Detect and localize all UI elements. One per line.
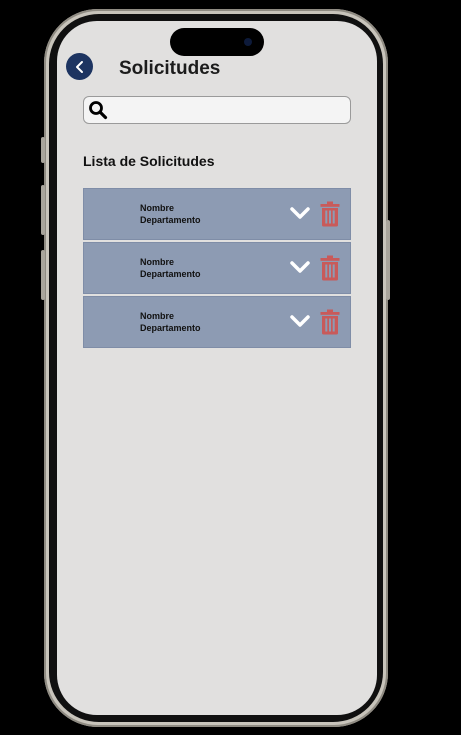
trash-icon[interactable] [320,309,340,335]
search-icon [89,101,108,120]
request-list: Nombre Departamento Nombre Departamento [83,188,351,350]
camera-icon [244,38,252,46]
page-title: Solicitudes [119,58,221,79]
chevron-down-icon[interactable] [289,313,311,329]
chevron-down-icon[interactable] [289,205,311,221]
request-name: Nombre [140,311,175,321]
chevron-left-icon [75,60,83,73]
request-department: Departamento [140,269,201,279]
search-bar[interactable] [83,96,351,124]
list-item[interactable]: Nombre Departamento [83,188,351,240]
list-item[interactable]: Nombre Departamento [83,242,351,294]
chevron-down-icon[interactable] [289,259,311,275]
phone-side-button [41,137,45,163]
request-name: Nombre [140,257,175,267]
request-text: Nombre Departamento [140,202,201,226]
list-item[interactable]: Nombre Departamento [83,296,351,348]
phone-power-button [386,220,390,300]
section-title: Lista de Solicitudes [83,153,215,169]
phone-volume-down-button [41,250,45,300]
request-department: Departamento [140,323,201,333]
trash-icon[interactable] [320,201,340,227]
app-screen: Solicitudes Lista de Solicitudes Nombre … [57,21,377,715]
request-department: Departamento [140,215,201,225]
request-text: Nombre Departamento [140,256,201,280]
request-name: Nombre [140,203,175,213]
trash-icon[interactable] [320,255,340,281]
dynamic-island [170,28,264,56]
request-text: Nombre Departamento [140,310,201,334]
phone-volume-up-button [41,185,45,235]
back-button[interactable] [66,53,93,80]
search-input[interactable] [114,99,348,121]
